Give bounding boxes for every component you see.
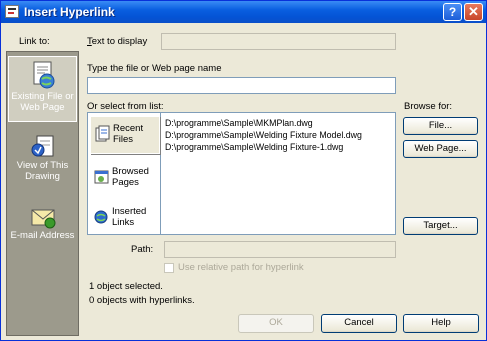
relative-path-label: Use relative path for hyperlink <box>178 262 304 273</box>
link-to-label: Link to: <box>19 36 50 47</box>
text-to-display-input[interactable] <box>161 33 396 50</box>
path-label: Path: <box>131 244 154 255</box>
help-title-button[interactable]: ? <box>443 3 462 21</box>
category-recent-files-label2: Files <box>113 134 134 145</box>
link-view-of-drawing-label2: Drawing <box>25 171 60 182</box>
title-bar[interactable]: Insert Hyperlink ? ✕ <box>1 1 486 23</box>
document-globe-icon <box>30 61 56 91</box>
browsed-pages-icon <box>94 169 110 188</box>
link-email-address-label: E-mail Address <box>10 230 75 241</box>
category-inserted-links[interactable]: Inserted Links <box>90 200 158 236</box>
target-button[interactable]: Target... <box>403 217 478 235</box>
link-existing-file-label1: Existing File or <box>11 91 74 102</box>
relative-path-checkbox[interactable] <box>164 263 174 273</box>
link-email-address[interactable]: E-mail Address <box>8 204 77 254</box>
email-icon <box>29 204 57 230</box>
list-item[interactable]: D:\programme\Sample\Welding Fixture-1.dw… <box>165 142 343 152</box>
path-input[interactable] <box>164 241 396 258</box>
objects-with-hyperlinks-status: 0 objects with hyperlinks. <box>89 295 195 306</box>
browse-webpage-button[interactable]: Web Page... <box>403 140 478 158</box>
file-list[interactable]: D:\programme\Sample\MKMPlan.dwg D:\progr… <box>161 112 396 235</box>
category-inserted-links-label1: Inserted <box>112 206 147 217</box>
browse-file-button[interactable]: File... <box>403 117 478 135</box>
filename-input[interactable] <box>87 77 396 94</box>
objects-selected-status: 1 object selected. <box>89 281 163 292</box>
insert-hyperlink-dialog: Insert Hyperlink ? ✕ Link to: Existing F… <box>0 0 487 341</box>
help-button[interactable]: Help <box>403 314 479 333</box>
category-browsed-pages[interactable]: Browsed Pages <box>90 160 158 196</box>
list-item[interactable]: D:\programme\Sample\Welding Fixture Mode… <box>165 130 362 140</box>
category-recent-files[interactable]: Recent Files <box>90 116 160 154</box>
text-to-display-label: Text to display <box>87 36 148 47</box>
list-item[interactable]: D:\programme\Sample\MKMPlan.dwg <box>165 118 313 128</box>
link-view-of-drawing-label1: View of This <box>16 160 69 171</box>
category-browsed-pages-label2: Pages <box>112 177 139 188</box>
link-existing-file-label2: Web Page <box>20 102 65 113</box>
category-browsed-pages-label1: Browsed <box>112 166 149 177</box>
category-recent-files-label1: Recent <box>113 123 144 134</box>
link-to-bar: Existing File or Web Page View of This D… <box>6 51 79 336</box>
link-existing-file[interactable]: Existing File or Web Page <box>8 56 77 122</box>
close-button[interactable]: ✕ <box>464 3 483 21</box>
ok-button[interactable]: OK <box>238 314 314 333</box>
recent-files-icon <box>95 125 111 146</box>
category-inserted-links-label2: Links <box>112 217 135 228</box>
list-categories: Recent Files Browsed Pages Inserted Link… <box>87 112 161 235</box>
link-view-of-drawing[interactable]: View of This Drawing <box>8 134 77 194</box>
view-drawing-icon <box>29 134 57 160</box>
dialog-title: Insert Hyperlink <box>24 5 115 19</box>
select-from-list-label: Or select from list: <box>87 101 164 112</box>
filename-label: Type the file or Web page name <box>87 63 222 74</box>
browse-for-label: Browse for: <box>404 101 453 112</box>
inserted-links-icon <box>94 209 110 228</box>
app-icon <box>5 5 19 18</box>
cancel-button[interactable]: Cancel <box>321 314 397 333</box>
